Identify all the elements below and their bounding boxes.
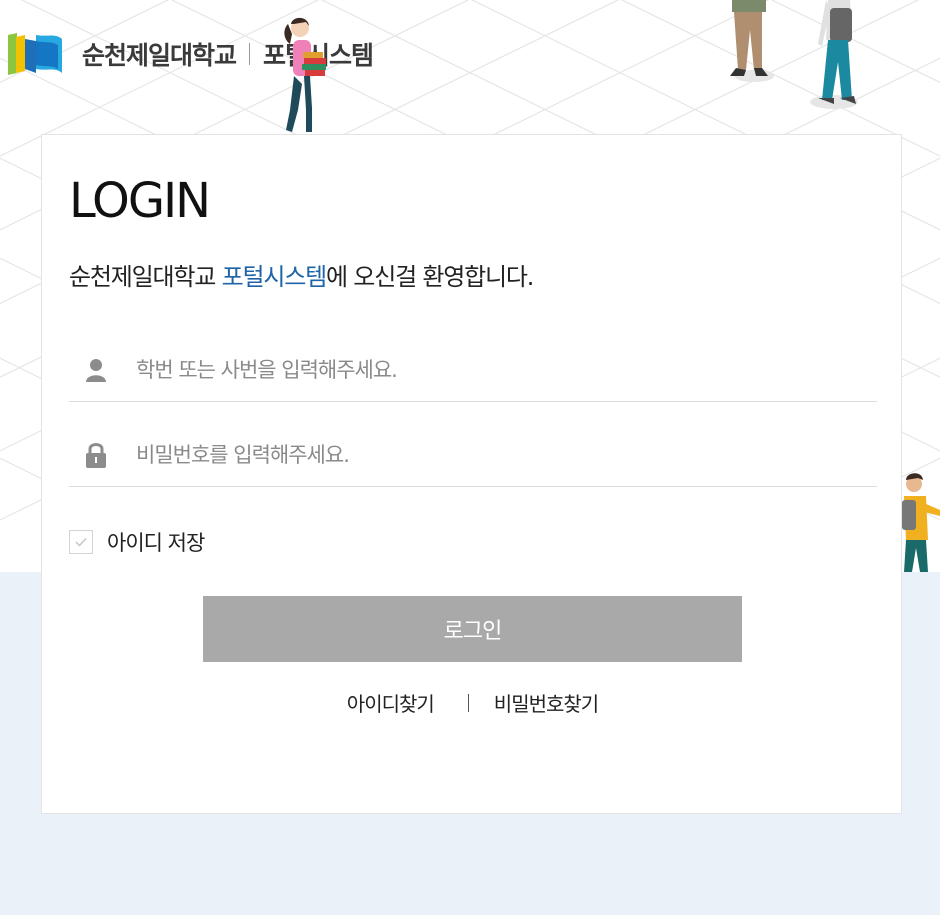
login-button[interactable]: 로그인 <box>203 596 742 662</box>
find-id-link[interactable]: 아이디찾기 <box>347 688 435 717</box>
university-logo <box>8 33 62 75</box>
check-icon <box>75 537 87 547</box>
find-password-link[interactable]: 비밀번호찾기 <box>494 688 599 717</box>
account-links: 아이디찾기 비밀번호찾기 <box>42 688 903 717</box>
welcome-prefix: 순천제일대학교 <box>69 263 222 291</box>
welcome-highlight: 포털시스템 <box>221 263 328 291</box>
save-id-checkbox[interactable] <box>69 530 93 554</box>
user-id-input[interactable] <box>134 357 838 383</box>
person-illustration <box>902 473 940 572</box>
login-panel: LOGIN 순천제일대학교 포털시스템에 오신걸 환영합니다. 학번 또는 사번… <box>41 134 902 814</box>
password-field <box>69 424 877 487</box>
standing-people-illustration <box>730 0 858 109</box>
user-icon <box>82 356 110 384</box>
save-id-option[interactable]: 아이디 저장 <box>69 527 205 557</box>
school-name: 순천제일대학교 <box>82 41 237 70</box>
lock-icon <box>82 441 110 469</box>
student-with-books-illustration <box>284 17 326 132</box>
password-input[interactable] <box>134 442 838 468</box>
user-id-field <box>69 339 877 402</box>
welcome-message: 순천제일대학교 포털시스템에 오신걸 환영합니다. <box>69 257 534 292</box>
login-page: 순천제일대학교 포털시스템 <box>0 0 940 915</box>
login-title: LOGIN <box>69 173 211 229</box>
welcome-suffix: 에 오신걸 환영합니다. <box>326 263 534 291</box>
save-id-label: 아이디 저장 <box>107 531 205 555</box>
links-divider <box>467 693 469 712</box>
header-divider <box>249 43 251 65</box>
